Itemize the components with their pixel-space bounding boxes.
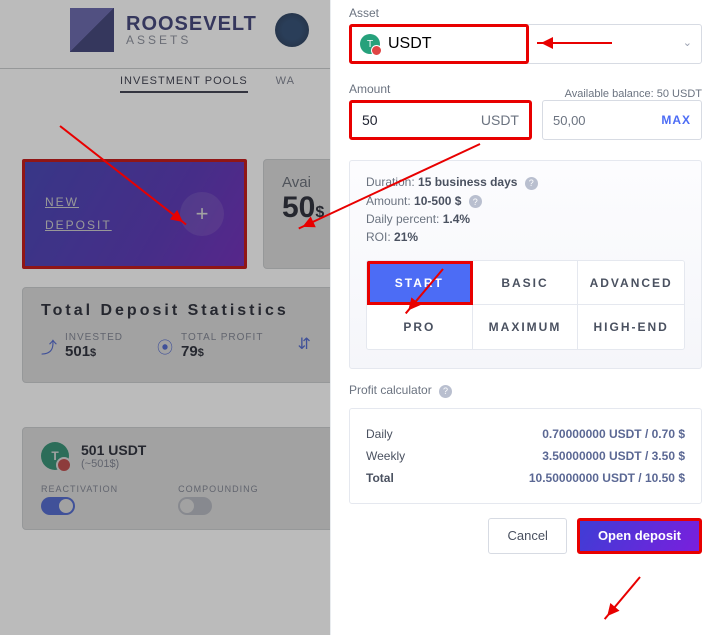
amount-input[interactable]: 50 USDT <box>349 100 532 140</box>
amount-currency: USDT <box>481 112 519 128</box>
plan-info-card: Duration: 15 business days ? Amount: 10-… <box>349 160 702 369</box>
asset-label: Asset <box>349 6 702 20</box>
annotation-arrow <box>537 42 612 44</box>
fiat-input[interactable]: 50,00 MAX <box>542 100 702 140</box>
plan-basic[interactable]: BASIC <box>473 261 579 305</box>
open-deposit-button[interactable]: Open deposit <box>577 518 702 554</box>
amount-label: Amount <box>349 82 532 96</box>
usdt-mini-icon: T <box>360 34 380 54</box>
cancel-button[interactable]: Cancel <box>488 518 566 554</box>
plan-advanced[interactable]: ADVANCED <box>578 261 684 305</box>
plan-pro[interactable]: PRO <box>367 305 473 349</box>
profit-calculator: Daily0.70000000 USDT / 0.70 $ Weekly3.50… <box>349 408 702 504</box>
plan-highend[interactable]: HIGH-END <box>578 305 684 349</box>
plan-start[interactable]: START <box>367 261 473 305</box>
plan-maximum[interactable]: MAXIMUM <box>473 305 579 349</box>
calc-total: 10.50000000 USDT / 10.50 $ <box>529 471 685 485</box>
help-icon[interactable]: ? <box>469 195 482 208</box>
available-balance: Available balance: 50 USDT <box>542 88 702 100</box>
deposit-panel: Asset T USDT ⌄ Amount Available balance:… <box>330 0 720 635</box>
help-icon[interactable]: ? <box>439 385 452 398</box>
chevron-down-icon: ⌄ <box>683 36 692 49</box>
calc-weekly: 3.50000000 USDT / 3.50 $ <box>542 449 685 463</box>
fiat-value: 50,00 <box>553 113 586 128</box>
amount-value: 50 <box>362 112 378 128</box>
asset-select[interactable]: T USDT <box>349 24 529 64</box>
calc-label: Profit calculator <box>349 383 432 397</box>
help-icon[interactable]: ? <box>525 177 538 190</box>
asset-value: USDT <box>388 35 432 53</box>
max-button[interactable]: MAX <box>661 113 691 127</box>
calc-daily: 0.70000000 USDT / 0.70 $ <box>542 427 685 441</box>
